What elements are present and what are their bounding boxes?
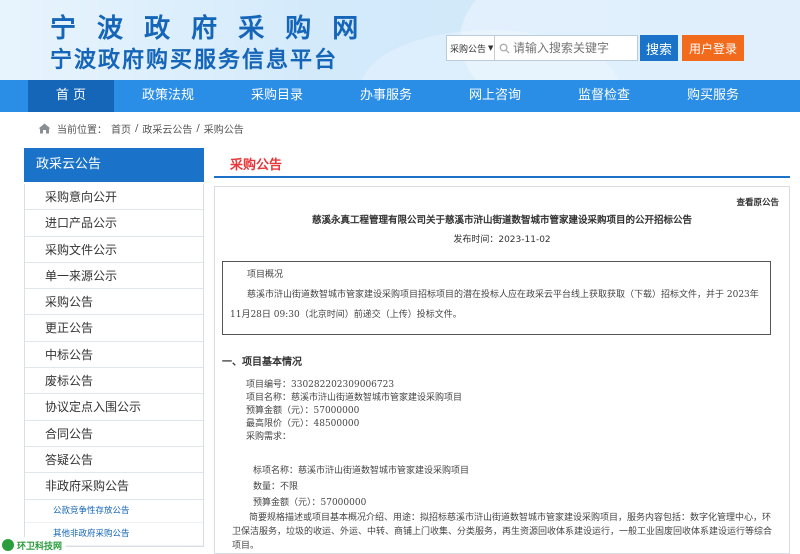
- section-heading: 一、项目基本情况: [222, 357, 302, 368]
- notice-title: 慈溪永真工程管理有限公司关于慈溪市浒山街道数智城市管家建设采购项目的公开招标公告: [311, 215, 692, 226]
- breadcrumb-label: 当前位置：: [57, 124, 107, 136]
- overview-text: 慈溪市浒山街道数智城市管家建设采购项目招标项目的潜在投标人应在政采云平台线上获取…: [230, 290, 759, 320]
- site-subtitle: 宁波政府购买服务信息平台: [50, 48, 339, 73]
- requirements-label: 采购需求：: [246, 432, 292, 442]
- sidebar-item-award[interactable]: 中标公告: [25, 341, 203, 369]
- sidebar-item-single-source[interactable]: 单一来源公示: [25, 262, 203, 290]
- search-box: 采购公告 ▼: [446, 35, 638, 61]
- lot-quantity: 数量：不限: [253, 482, 299, 492]
- budget-amount: 预算金额（元）：57000000: [246, 406, 360, 416]
- chevron-down-icon: ▼: [488, 44, 494, 52]
- site-header: 宁 波 政 府 采 购 网 宁波政府购买服务信息平台 采购公告 ▼ 搜索 用户登…: [0, 0, 800, 80]
- breadcrumb-zcy[interactable]: 政采云公告: [142, 121, 192, 136]
- section-title: 采购公告: [230, 158, 283, 173]
- watermark-logo-icon: [2, 539, 14, 551]
- max-price: 最高限价（元）：48500000: [246, 419, 360, 429]
- sidebar-item-import[interactable]: 进口产品公示: [25, 210, 203, 237]
- breadcrumb-separator: /: [135, 122, 139, 134]
- sidebar-item-non-gov[interactable]: 非政府采购公告: [25, 473, 203, 500]
- breadcrumb-separator: /: [196, 122, 200, 134]
- sidebar: 政采云公告 采购意向公开 进口产品公示 采购文件公示 单一来源公示 采购公告 更…: [24, 148, 204, 554]
- nav-purchase-service[interactable]: 购买服务: [658, 80, 768, 112]
- nav-consult[interactable]: 网上咨询: [440, 80, 550, 112]
- nav-services[interactable]: 办事服务: [332, 80, 440, 112]
- sidebar-item-qa[interactable]: 答疑公告: [25, 446, 203, 474]
- sidebar-item-intent[interactable]: 采购意向公开: [25, 184, 203, 211]
- lot-name: 标项名称：慈溪市浒山街道数智城市管家建设采购项目: [253, 466, 470, 476]
- sidebar-title: 政采云公告: [24, 148, 204, 182]
- lot-budget: 预算金额（元）：57000000: [253, 498, 367, 508]
- site-title[interactable]: 宁 波 政 府 采 购 网: [50, 8, 364, 45]
- nav-home[interactable]: 首 页: [28, 80, 114, 112]
- breadcrumb-home[interactable]: 首页: [111, 121, 131, 136]
- search-scope-label: 采购公告: [450, 44, 487, 55]
- nav-policy[interactable]: 政策法规: [114, 80, 222, 112]
- view-original-link[interactable]: 查看原公告: [736, 196, 779, 208]
- sidebar-item-docs[interactable]: 采购文件公示: [25, 236, 203, 263]
- sidebar-list: 采购意向公开 进口产品公示 采购文件公示 单一来源公示 采购公告 更正公告 中标…: [24, 184, 204, 547]
- overview-heading: 项目概况: [247, 270, 284, 280]
- publish-date: 发布时间：2023-11-02: [453, 235, 551, 245]
- home-icon: [38, 123, 51, 134]
- search-scope-select[interactable]: 采购公告 ▼: [447, 36, 495, 60]
- project-name: 项目名称：慈溪市浒山街道数智城市管家建设采购项目: [246, 393, 463, 403]
- main-nav: 首 页 政策法规 采购目录 办事服务 网上咨询 监督检查 购买服务: [0, 80, 800, 112]
- sidebar-subitem-deposit[interactable]: 公款竞争性存放公告: [25, 499, 203, 523]
- sidebar-item-agreement[interactable]: 协议定点入围公示: [25, 394, 203, 421]
- search-icon: [495, 36, 513, 60]
- breadcrumb: 当前位置： 首页 / 政采云公告 / 采购公告: [38, 120, 248, 136]
- nav-supervision[interactable]: 监督检查: [550, 80, 658, 112]
- project-description: 简要规格描述或项目基本概况介绍、用途：拟招标慈溪市浒山街道数智城市管家建设采购项…: [232, 513, 773, 551]
- sidebar-item-procurement[interactable]: 采购公告: [25, 289, 203, 316]
- sidebar-item-contract[interactable]: 合同公告: [25, 420, 203, 447]
- watermark-text: 环卫科技网: [17, 541, 63, 552]
- notice-panel: 查看原公告 慈溪永真工程管理有限公司关于慈溪市浒山街道数智城市管家建设采购项目的…: [214, 186, 790, 554]
- sidebar-item-correction[interactable]: 更正公告: [25, 315, 203, 342]
- sidebar-item-void[interactable]: 废标公告: [25, 368, 203, 395]
- nav-catalog[interactable]: 采购目录: [222, 80, 332, 112]
- section-header: 采购公告: [214, 148, 790, 178]
- search-button[interactable]: 搜索: [640, 35, 678, 61]
- search-input[interactable]: [513, 37, 635, 59]
- watermark: 环卫科技网: [2, 537, 67, 553]
- project-number: 项目编号：330282202309006723: [246, 380, 395, 390]
- login-button[interactable]: 用户登录: [682, 35, 744, 61]
- breadcrumb-current[interactable]: 采购公告: [204, 121, 244, 136]
- overview-box: 项目概况 慈溪市浒山街道数智城市管家建设采购项目招标项目的潜在投标人应在政采云平…: [222, 261, 771, 335]
